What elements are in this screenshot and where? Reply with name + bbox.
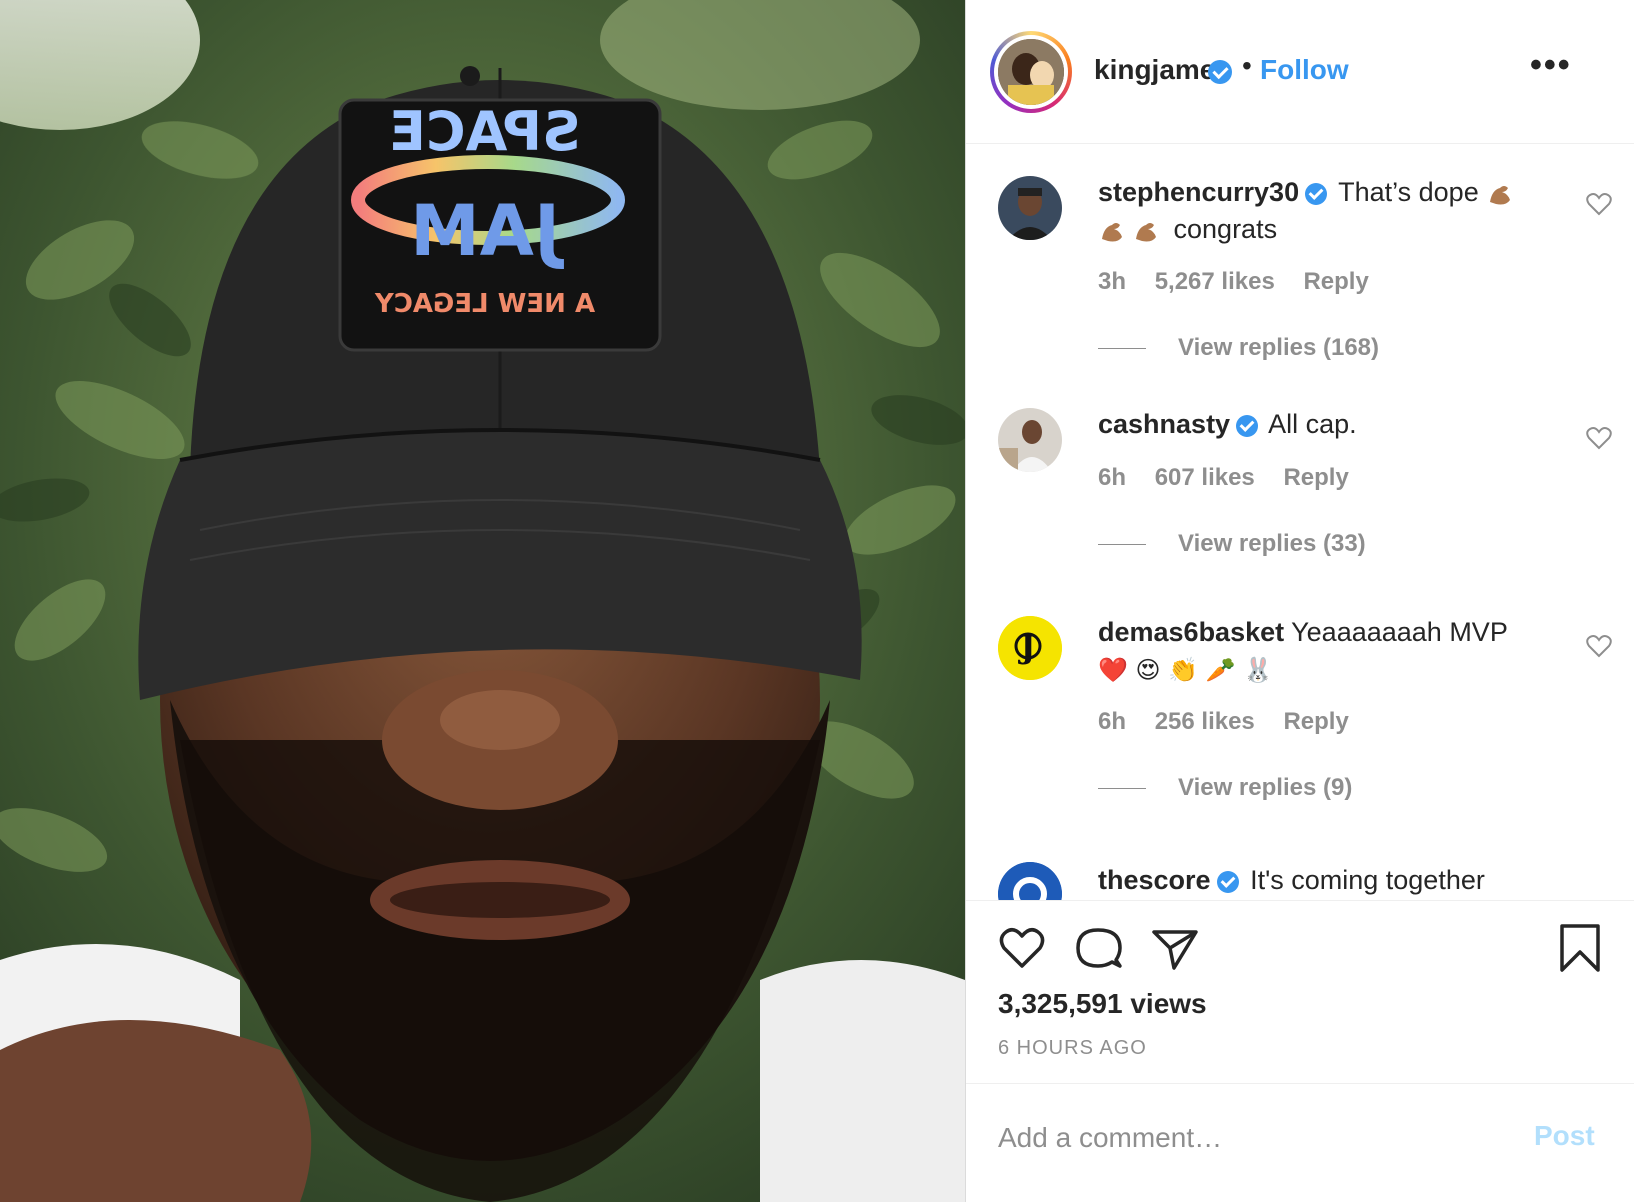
commenter-avatar[interactable] [998,176,1062,240]
comment-like-heart-icon[interactable] [1586,426,1612,450]
bookmark-icon[interactable] [1554,922,1606,974]
commenter-avatar[interactable] [998,408,1062,472]
post-video[interactable]: SPACE JAM A NEW LEGACY [0,0,965,1202]
cap-patch-line-2: JAM [410,190,564,272]
comment-username[interactable]: stephencurry30 [1098,177,1299,207]
view-count[interactable]: 3,325,591 views [998,988,1207,1020]
cap-patch-line-1: SPACE [389,100,581,163]
comment-like-heart-icon[interactable] [1586,634,1612,658]
comment-like-heart-icon[interactable] [1586,192,1612,216]
comments-list[interactable]: stephencurry30 That’s dope congrats 3h 5… [966,144,1634,900]
flexed-biceps-icon [1102,222,1122,242]
verified-badge-icon [1208,60,1232,84]
view-replies-link[interactable]: View replies (33) [1098,530,1366,558]
flexed-biceps-icon [1490,185,1511,205]
reply-button[interactable]: Reply [1303,268,1368,295]
comment-text: It's coming together [1250,865,1485,895]
comment-likes[interactable]: 607 likes [1155,464,1255,491]
actions-divider [966,900,1634,901]
comment-meta: 3h 5,267 likes Reply [1098,268,1391,296]
add-comment-input[interactable] [998,1118,1498,1158]
comment-username[interactable]: thescore [1098,865,1211,895]
comment-icon[interactable] [1072,922,1124,974]
comment-text: All cap. [1268,409,1357,439]
comment-age: 3h [1098,268,1127,295]
comment-likes[interactable]: 256 likes [1155,708,1255,735]
comment-username[interactable]: cashnasty [1098,409,1230,439]
view-replies-link[interactable]: View replies (168) [1098,334,1379,362]
post-comment-button[interactable]: Post [1534,1120,1595,1152]
verified-badge-icon [1236,414,1259,437]
author-avatar[interactable] [990,31,1072,113]
comment-body: demas6basket Yeaaaaaaah MVP ❤️ 😍 👏 🥕 🐰 [1098,614,1548,689]
comment-body: cashnasty All cap. [1098,406,1548,443]
follow-button[interactable]: Follow [1260,54,1349,86]
comment-body: stephencurry30 That’s dope congrats [1098,174,1548,248]
comment-text: Yeaaaaaaah MVP [1291,617,1508,647]
view-replies-link[interactable]: View replies (9) [1098,774,1352,802]
like-heart-icon[interactable] [996,922,1048,974]
comment-meta: 6h 607 likes Reply [1098,464,1371,492]
post-header: kingjames • Follow ••• [966,0,1634,144]
share-icon[interactable] [1148,922,1200,974]
separator-dot: • [1242,50,1252,81]
flexed-biceps-icon [1136,222,1156,242]
reply-button[interactable]: Reply [1283,708,1348,735]
comment-emoji-line: ❤️ 😍 👏 🥕 🐰 [1098,656,1274,684]
comment-likes[interactable]: 5,267 likes [1155,268,1275,295]
cap-patch-line-3: A NEW LEGACY [374,289,595,319]
verified-badge-icon [1216,870,1239,893]
post-sidebar: kingjames • Follow ••• stephencurry30 Th… [966,0,1634,1202]
more-options-icon[interactable]: ••• [1530,46,1572,85]
comment-age: 6h [1098,464,1127,491]
commenter-avatar[interactable] [998,862,1062,900]
reply-button[interactable]: Reply [1283,464,1348,491]
comment-box-divider [966,1083,1634,1084]
comment-text-continued: congrats [1173,214,1278,244]
comment-text: That’s dope [1338,177,1479,207]
comment-age: 6h [1098,708,1127,735]
video-frame: SPACE JAM A NEW LEGACY [0,0,965,1202]
commenter-avatar[interactable]: J [998,616,1062,680]
comment-body: thescore It's coming together [1098,862,1548,899]
verified-badge-icon [1305,182,1328,205]
comment-meta: 6h 256 likes Reply [1098,708,1371,736]
comment-username[interactable]: demas6basket [1098,617,1284,647]
post-timestamp[interactable]: 6 HOURS AGO [998,1037,1147,1060]
